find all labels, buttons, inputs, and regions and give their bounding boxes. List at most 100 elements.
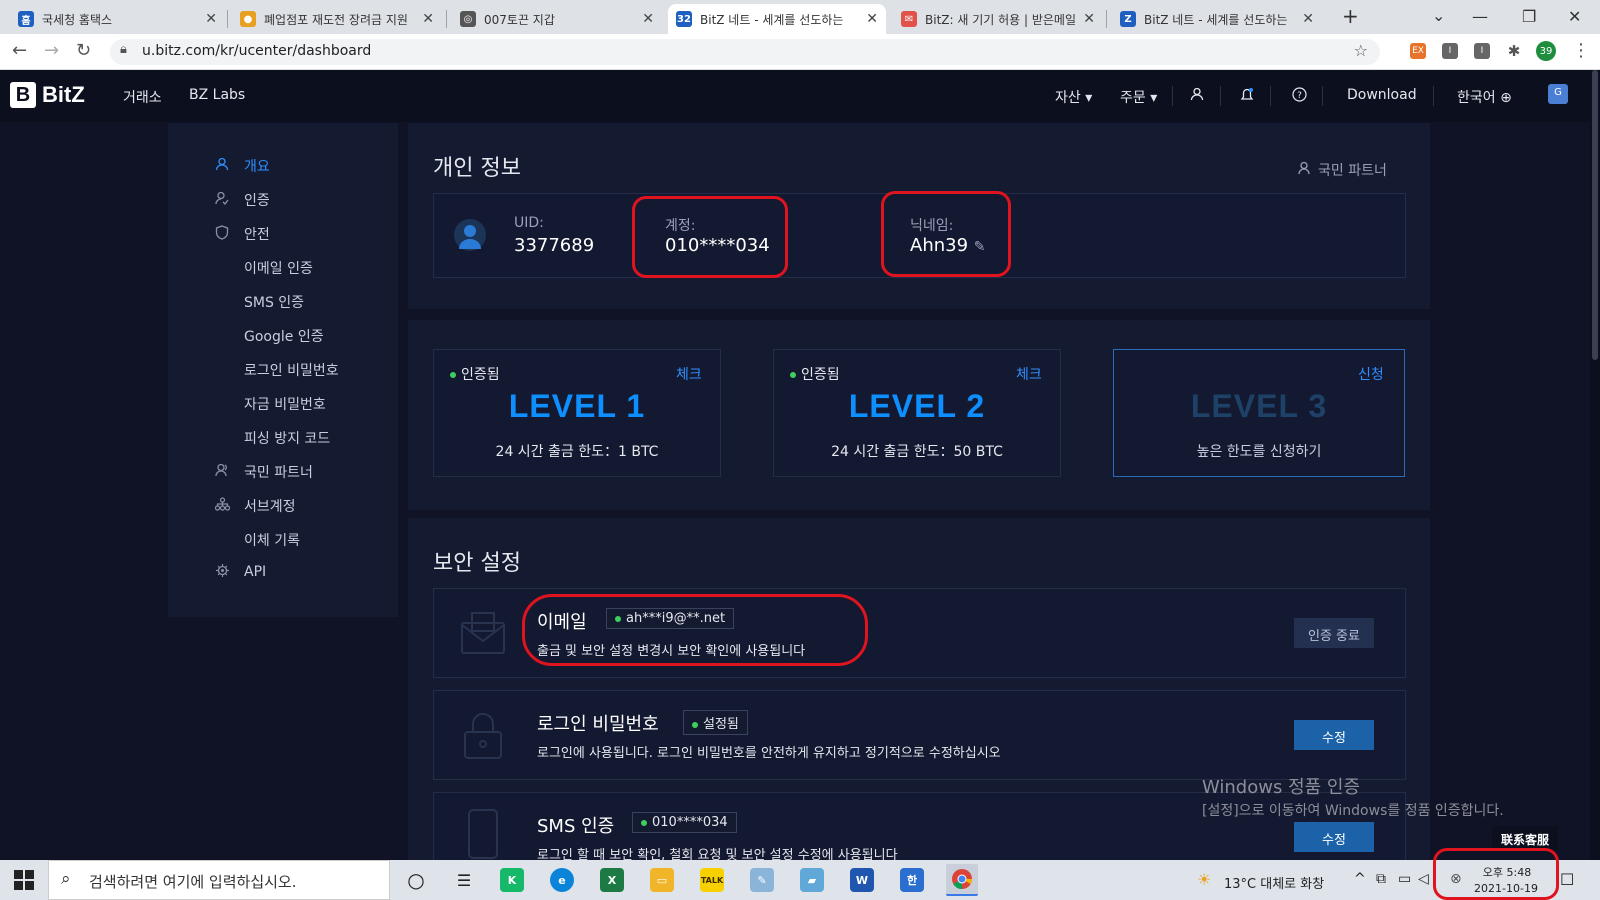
sidebar-item-security[interactable]: 안전	[215, 224, 270, 244]
close-tab-icon[interactable]: ✕	[866, 11, 878, 27]
sidebar-item-subaccount[interactable]: 서브계정	[214, 496, 296, 516]
extension-icon[interactable]: I	[1442, 43, 1458, 59]
nav-orders[interactable]: 주문 ▾	[1120, 87, 1157, 107]
browser-tab-bar: 홈 국세청 홈택스 ✕ ● 폐업점포 재도전 장려금 지원 ✕ ◎ 007토끈 …	[0, 0, 1600, 34]
close-tab-icon[interactable]: ✕	[1083, 11, 1095, 27]
partner-link[interactable]: 국민 파트너	[1298, 160, 1387, 180]
tray-app-icon[interactable]: ⧉	[1376, 871, 1386, 887]
tab-search-icon[interactable]: ⌄	[1432, 6, 1445, 25]
sidebar-item-label: Google 인증	[244, 329, 324, 345]
minimize-icon[interactable]: —	[1472, 7, 1488, 26]
level-1-check-link[interactable]: 체크	[676, 364, 702, 384]
close-tab-icon[interactable]: ✕	[1302, 11, 1314, 27]
task-view-icon[interactable]: ○	[404, 868, 428, 892]
tab-divider	[227, 10, 228, 28]
kakaotalk-icon[interactable]: TALK	[700, 868, 724, 892]
uid-value: 3377689	[514, 235, 595, 256]
language-selector[interactable]: 한국어 ⊕	[1457, 87, 1512, 107]
file-explorer-icon[interactable]: ▭	[650, 868, 674, 892]
sidebar-item-anti-phishing[interactable]: 피싱 방지 코드	[244, 428, 330, 448]
sidebar-item-sms-verification[interactable]: SMS 인증	[244, 292, 304, 312]
browser-tab[interactable]: Z BitZ 네트 - 세계를 선도하는 ✕	[1112, 4, 1322, 34]
edge-browser-icon[interactable]: e	[550, 868, 574, 892]
close-tab-icon[interactable]: ✕	[422, 11, 434, 27]
sidebar-item-label: 이메일 인증	[244, 261, 313, 277]
sms-edit-button[interactable]: 수정	[1294, 822, 1374, 852]
sidebar-item-transfer-history[interactable]: 이체 기록	[244, 530, 300, 550]
highlight-annotation	[1433, 848, 1559, 900]
app-icon[interactable]: ▰	[800, 868, 824, 892]
close-tab-icon[interactable]: ✕	[642, 11, 654, 27]
level-1-limit: 24 시간 출금 한도：1 BTC	[495, 444, 659, 460]
bookmark-star-icon[interactable]: ☆	[1354, 41, 1368, 60]
windows-activation-title: Windows 정품 인증	[1202, 777, 1361, 798]
download-link[interactable]: Download	[1347, 87, 1417, 103]
user-icon[interactable]	[1190, 87, 1204, 105]
browser-tab[interactable]: 홈 국세청 홈택스 ✕	[10, 4, 225, 34]
nav-assets[interactable]: 자산 ▾	[1055, 87, 1092, 107]
back-icon[interactable]: ←	[12, 40, 27, 61]
contact-support-button[interactable]: 联系客服	[1492, 826, 1558, 850]
profile-avatar[interactable]: 39	[1536, 41, 1556, 61]
word-icon[interactable]: W	[850, 868, 874, 892]
sidebar-item-partner[interactable]: 국민 파트너	[214, 462, 313, 482]
bitz-logo-icon[interactable]: B	[10, 82, 36, 108]
tray-expand-icon[interactable]: ^	[1354, 871, 1366, 887]
sidebar-item-label: 로그인 비밀번호	[244, 363, 339, 379]
chrome-taskbar-button[interactable]	[946, 864, 978, 896]
translate-icon[interactable]: G	[1548, 84, 1568, 104]
browser-tab[interactable]: ◎ 007토끈 지갑 ✕	[452, 4, 662, 34]
personal-info-title: 개인 정보	[433, 156, 521, 181]
tab-title: 국세청 홈택스	[42, 12, 113, 27]
network-icon[interactable]: ▭	[1398, 871, 1411, 887]
page-scrollbar[interactable]	[1590, 70, 1600, 860]
url-field[interactable]: 🔒︎ u.bitz.com/kr/ucenter/dashboard ☆	[110, 39, 1380, 65]
widgets-icon[interactable]: ☰	[452, 868, 476, 892]
menu-kebab-icon[interactable]: ⋮	[1572, 40, 1590, 61]
browser-tab[interactable]: ● 폐업점포 재도전 장려금 지원 ✕	[232, 4, 442, 34]
sidebar-item-overview[interactable]: 개요	[215, 156, 270, 176]
email-verify-button[interactable]: 인증 중료	[1294, 618, 1374, 648]
nav-bz-labs[interactable]: BZ Labs	[189, 87, 245, 103]
nav-exchange[interactable]: 거래소	[123, 87, 162, 107]
divider	[1433, 86, 1434, 106]
extension-icon[interactable]: I	[1474, 43, 1490, 59]
close-window-icon[interactable]: ✕	[1568, 7, 1581, 26]
sidebar-item-login-password[interactable]: 로그인 비밀번호	[244, 360, 339, 380]
paint-icon[interactable]: ✎	[750, 868, 774, 892]
help-icon[interactable]: ?	[1292, 87, 1307, 106]
level-2-check-link[interactable]: 체크	[1016, 364, 1042, 384]
level-3-apply-link[interactable]: 신청	[1358, 364, 1384, 384]
excel-icon[interactable]: X	[600, 868, 624, 892]
extension-icon[interactable]: EX	[1410, 43, 1426, 59]
login-password-edit-button[interactable]: 수정	[1294, 720, 1374, 750]
new-tab-button[interactable]: +	[1342, 4, 1359, 28]
sidebar-item-api[interactable]: API	[215, 563, 266, 580]
logo-text[interactable]: BitZ	[42, 82, 85, 108]
padlock-icon	[460, 710, 506, 766]
taskbar-search-input[interactable]: ⌕ 검색하려면 여기에 입력하십시오.	[48, 860, 390, 900]
sidebar-item-google-auth[interactable]: Google 인증	[244, 326, 324, 346]
sidebar-item-email-verification[interactable]: 이메일 인증	[244, 258, 313, 278]
sidebar-item-fund-password[interactable]: 자금 비밀번호	[244, 394, 326, 414]
divider	[1220, 86, 1221, 106]
hwp-icon[interactable]: 한	[900, 868, 924, 892]
forward-icon[interactable]: →	[44, 40, 59, 61]
action-center-icon[interactable]: ☐	[1560, 870, 1574, 889]
close-tab-icon[interactable]: ✕	[205, 11, 217, 27]
browser-tab[interactable]: ✉ BitZ: 새 기기 허용 | 받은메일 ✕	[893, 4, 1103, 34]
restore-icon[interactable]: ❐	[1522, 7, 1536, 26]
highlight-annotation	[632, 196, 788, 278]
browser-tab-active[interactable]: 32 BitZ 네트 - 세계를 선도하는 ✕	[668, 4, 886, 34]
puzzle-icon[interactable]: ✱	[1506, 42, 1522, 60]
bell-icon[interactable]	[1240, 87, 1254, 107]
reload-icon[interactable]: ↻	[76, 40, 91, 61]
windows-start-icon[interactable]	[14, 870, 34, 894]
weather-text[interactable]: 13°C 대체로 화창	[1224, 873, 1324, 892]
kiwoom-app-icon[interactable]: K	[500, 868, 524, 892]
volume-icon[interactable]: ◁	[1418, 871, 1429, 887]
level-2-limit: 24 시간 출금 한도：50 BTC	[831, 444, 1003, 460]
badge-text: 설정됨	[703, 717, 739, 732]
sidebar-item-verification[interactable]: 인증	[215, 190, 270, 210]
scrollbar-thumb[interactable]	[1592, 70, 1598, 360]
